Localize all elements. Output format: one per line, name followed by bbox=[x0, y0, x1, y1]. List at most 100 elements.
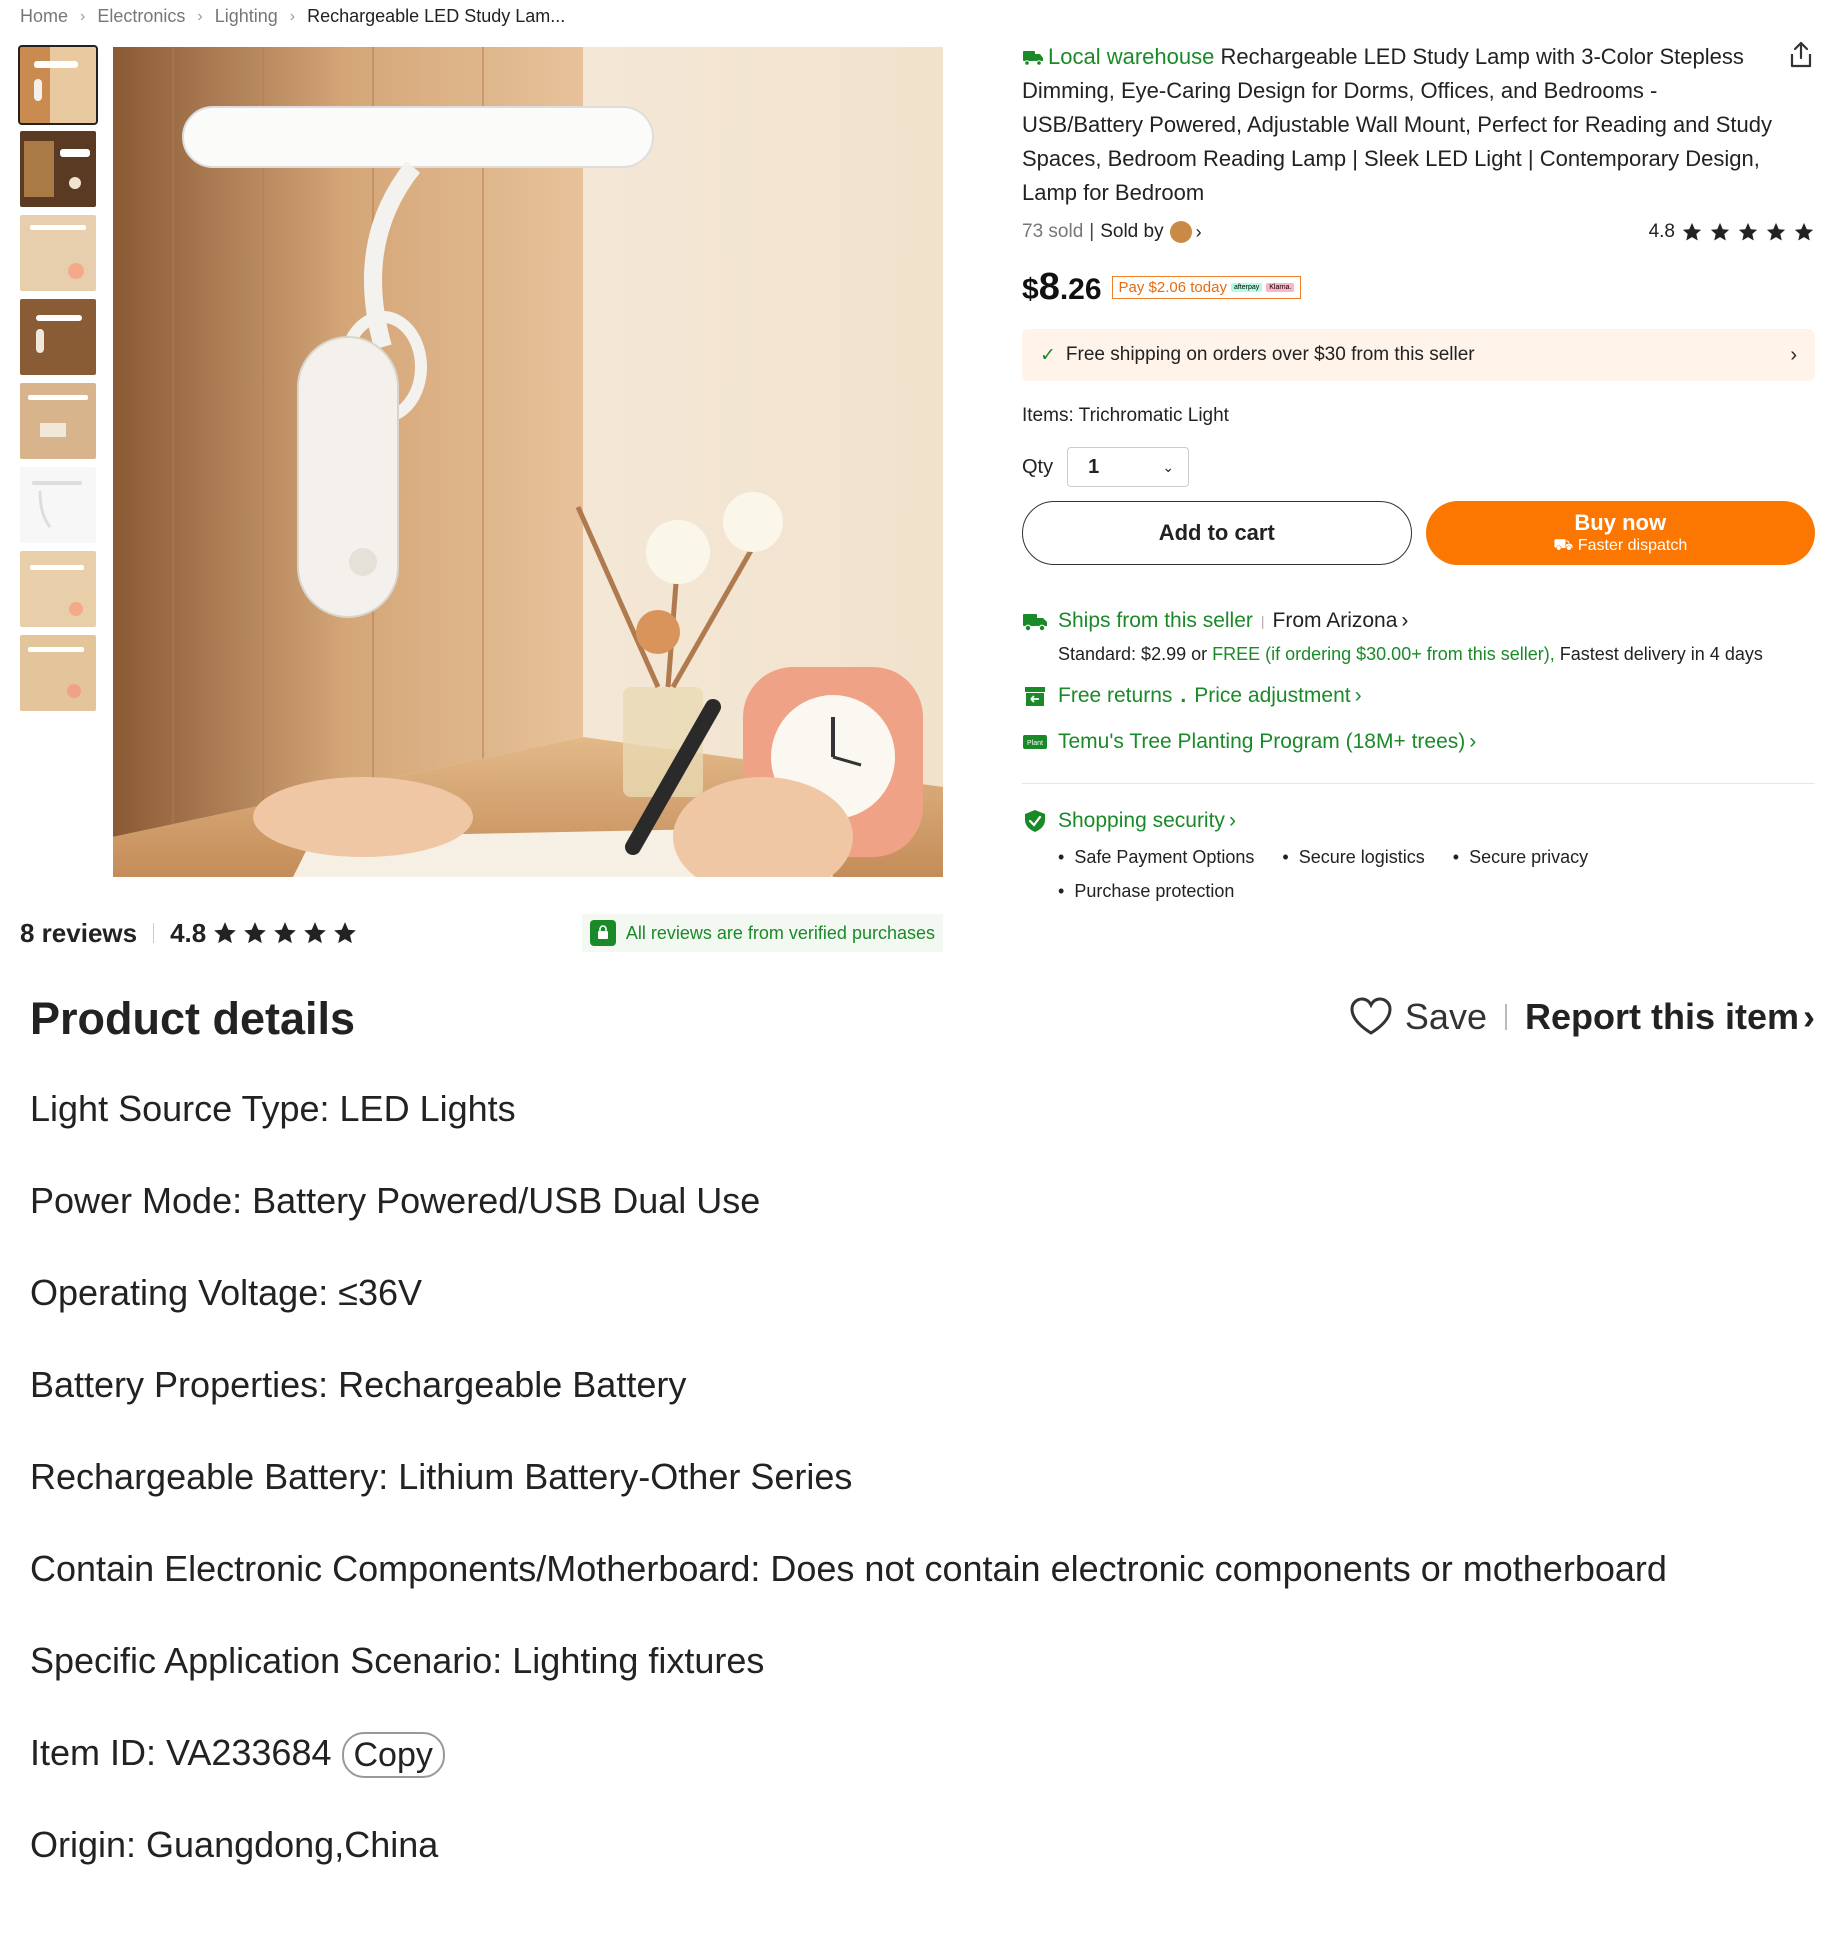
star-half-icon bbox=[334, 922, 357, 944]
star-icon bbox=[274, 922, 297, 944]
thumbnail-2[interactable] bbox=[20, 131, 96, 207]
price: $8.26 bbox=[1022, 266, 1102, 309]
thumbnail-4[interactable] bbox=[20, 299, 96, 375]
thumbnail-1[interactable] bbox=[18, 45, 98, 125]
items-label: Items: Trichromatic Light bbox=[1022, 405, 1229, 426]
truck-icon: ⛟ bbox=[1553, 537, 1578, 554]
chevron-right-icon: › bbox=[1354, 684, 1362, 707]
header-rating-value: 4.8 bbox=[1648, 221, 1675, 242]
security-item: Purchase protection bbox=[1058, 874, 1234, 908]
item-id-row: Item ID: VA233684 Copy bbox=[30, 1727, 1820, 1779]
breadcrumb-electronics[interactable]: Electronics bbox=[97, 6, 185, 27]
plant-icon: Plant bbox=[1023, 735, 1047, 749]
header-rating[interactable]: 4.8 bbox=[1649, 221, 1815, 243]
product-title: Local warehouse Rechargeable LED Study L… bbox=[1022, 40, 1815, 210]
purchase-buttons: Add to cart Buy now ⛟ Faster dispatch bbox=[1022, 501, 1815, 565]
star-icon bbox=[1682, 222, 1702, 241]
security-item: Secure privacy bbox=[1453, 840, 1588, 874]
reviews-count[interactable]: 8 reviews bbox=[20, 918, 137, 949]
shield-icon bbox=[1025, 810, 1045, 832]
price-cents: .26 bbox=[1059, 273, 1102, 306]
breadcrumb-lighting[interactable]: Lighting bbox=[215, 6, 278, 27]
chevron-right-icon: › bbox=[197, 7, 203, 25]
product-details-heading: Product details bbox=[30, 993, 356, 1044]
standard-shipping: Standard: $2.99 or bbox=[1058, 644, 1213, 664]
chevron-right-icon: › bbox=[1790, 343, 1797, 366]
ships-origin: From Arizona bbox=[1272, 609, 1398, 632]
thumbnail-7[interactable] bbox=[20, 551, 96, 627]
security-item: Secure logistics bbox=[1282, 840, 1425, 874]
sold-count: 73 sold bbox=[1022, 221, 1084, 242]
free-returns-text: Free returns bbox=[1058, 684, 1173, 707]
pay-today-badge[interactable]: Pay $2.06 today afterpay Klarna. bbox=[1111, 276, 1302, 299]
share-icon[interactable] bbox=[1787, 40, 1815, 70]
save-button[interactable]: Save bbox=[1405, 996, 1487, 1038]
shopping-security-title: Shopping security bbox=[1058, 809, 1225, 832]
divider bbox=[1504, 1004, 1507, 1030]
star-icon bbox=[1766, 222, 1786, 241]
rating-stars bbox=[212, 920, 358, 946]
dot-separator: . bbox=[1180, 684, 1187, 707]
svg-text:Plant: Plant bbox=[1027, 740, 1043, 747]
security-item: Safe Payment Options bbox=[1058, 840, 1254, 874]
chevron-down-icon: ⌄ bbox=[1162, 458, 1175, 475]
fastest-delivery: Fastest delivery in 4 days bbox=[1554, 644, 1763, 664]
product-details-actions: Save Report this item › bbox=[1349, 996, 1815, 1038]
buy-now-label: Buy now bbox=[1574, 510, 1667, 535]
chevron-right-icon[interactable]: › bbox=[1196, 222, 1202, 243]
copy-button[interactable]: Copy bbox=[341, 1732, 445, 1779]
qty-label: Qty bbox=[1022, 455, 1054, 478]
thumbnail-5[interactable] bbox=[20, 383, 96, 459]
tree-program-row[interactable]: Plant Temu's Tree Planting Program (18M+… bbox=[1022, 725, 1815, 759]
shopping-security-row[interactable]: Shopping security › bbox=[1022, 808, 1815, 834]
price-adjustment-text: Price adjustment bbox=[1194, 684, 1351, 707]
star-icon bbox=[214, 922, 237, 944]
star-half-icon bbox=[1794, 222, 1814, 241]
heart-icon[interactable] bbox=[1349, 997, 1393, 1037]
breadcrumb-current: Rechargeable LED Study Lam... bbox=[307, 6, 566, 26]
divider bbox=[1022, 783, 1815, 784]
ships-from-seller: Ships from this seller bbox=[1058, 609, 1253, 632]
thumbnail-8[interactable] bbox=[20, 635, 96, 711]
qty-row: Qty 1 ⌄ bbox=[1022, 447, 1815, 487]
star-icon bbox=[1710, 222, 1730, 241]
reviews-summary: 8 reviews 4.8 All reviews are from verif… bbox=[20, 914, 943, 952]
ships-from-row[interactable]: Ships from this seller | From Arizona › bbox=[1022, 609, 1815, 633]
divider: | bbox=[1260, 613, 1265, 629]
sold-by-label[interactable]: Sold by bbox=[1100, 221, 1163, 243]
divider bbox=[153, 923, 155, 943]
truck-icon bbox=[1023, 614, 1047, 632]
free-shipping-banner[interactable]: ✓ Free shipping on orders over $30 from … bbox=[1022, 329, 1815, 381]
breadcrumb: Home › Electronics › Lighting › Recharge… bbox=[20, 6, 565, 27]
verified-text: All reviews are from verified purchases bbox=[625, 922, 935, 943]
star-icon bbox=[1738, 222, 1758, 241]
detail-row: Specific Application Scenario: Lighting … bbox=[30, 1640, 765, 1681]
star-icon bbox=[304, 922, 327, 944]
chevron-right-icon: › bbox=[80, 7, 86, 25]
shipping-detail: Standard: $2.99 or FREE (if ordering $30… bbox=[1058, 641, 1815, 667]
product-details-list: Light Source Type: LED Lights Power Mode… bbox=[30, 1083, 1820, 1911]
chevron-right-icon[interactable]: › bbox=[1803, 996, 1815, 1038]
price-whole: 8 bbox=[1038, 266, 1060, 308]
detail-row: Light Source Type: LED Lights bbox=[30, 1088, 516, 1129]
item-id: Item ID: VA233684 bbox=[30, 1732, 332, 1773]
main-product-image[interactable] bbox=[113, 47, 943, 877]
breadcrumb-home[interactable]: Home bbox=[20, 6, 68, 27]
thumbnail-3[interactable] bbox=[20, 215, 96, 291]
free-returns-row[interactable]: Free returns . Price adjustment › bbox=[1022, 679, 1815, 713]
report-item-link[interactable]: Report this item bbox=[1525, 996, 1799, 1038]
buy-now-button[interactable]: Buy now ⛟ Faster dispatch bbox=[1425, 501, 1815, 565]
qty-select[interactable]: 1 ⌄ bbox=[1067, 447, 1190, 487]
truck-icon bbox=[1023, 51, 1043, 66]
detail-row: Contain Electronic Components/Motherboar… bbox=[30, 1548, 1667, 1589]
faster-dispatch-label: ⛟ Faster dispatch bbox=[1553, 536, 1687, 556]
klarna-logo: Klarna. bbox=[1266, 283, 1295, 292]
faster-dispatch-text: Faster dispatch bbox=[1577, 537, 1688, 554]
star-icon bbox=[244, 922, 267, 944]
add-to-cart-button[interactable]: Add to cart bbox=[1022, 501, 1412, 565]
seller-avatar[interactable] bbox=[1169, 221, 1192, 243]
detail-row: Rechargeable Battery: Lithium Battery-Ot… bbox=[30, 1456, 853, 1497]
free-shipping-text: Free shipping on orders over $30 from th… bbox=[1065, 344, 1475, 365]
tree-program-text: Temu's Tree Planting Program (18M+ trees… bbox=[1058, 730, 1466, 753]
thumbnail-6[interactable] bbox=[20, 467, 96, 543]
